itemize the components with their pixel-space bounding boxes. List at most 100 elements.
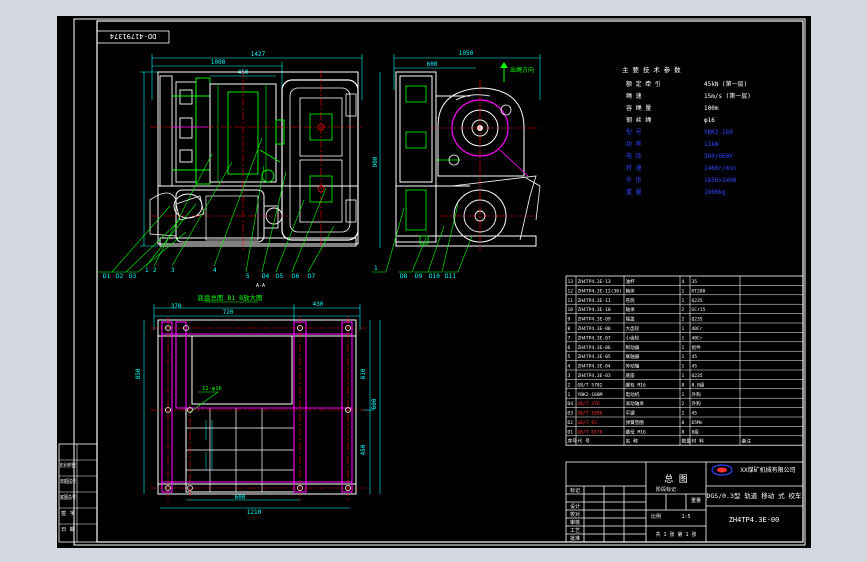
bom-cell: D1 [568, 429, 574, 435]
dim-bottom-inner: 600 [235, 494, 246, 501]
bom-cell: 45 [692, 411, 698, 417]
bom-cell: D2 [568, 420, 574, 426]
bom-cell: 40Cr [692, 335, 703, 341]
dim-right-sub: 600 [371, 398, 378, 409]
bom-cell: ZH4TP4.3E-11 [578, 298, 611, 304]
bom-cell: 2 [682, 411, 685, 417]
dim-right-lower: 450 [360, 444, 367, 455]
dim-bottom-total: 1210 [247, 509, 262, 516]
dim-top-inner: 1000 [211, 59, 226, 66]
bom-cell: 10 [568, 307, 574, 313]
bom-cell: 2 [568, 382, 571, 388]
bom-cell: 轴承 [626, 306, 636, 313]
bom-cell: Q235 [692, 298, 703, 304]
arrow-label: 出绳方向 [510, 66, 534, 74]
dim-bottom-right: 430 [313, 301, 324, 308]
bom-cell: ZH4TP4.3E-10 [578, 307, 611, 313]
strip-label: 借(通)用件登记 [60, 462, 76, 469]
bom-cell: 平键 [626, 410, 636, 417]
bom-cell: ZH4TP4.3E-04 [578, 364, 611, 370]
strip-label: 底图总号 [60, 494, 76, 501]
drawing-background [57, 16, 811, 548]
bom-cell: 3 [568, 373, 571, 379]
company-name: XX煤矿机械有限公司 [740, 466, 795, 474]
leader-label: 1 [374, 265, 378, 272]
bom-cell: 1 [682, 373, 685, 379]
tb-label-design: 设计 [570, 503, 580, 510]
bom-cell: ZH4TP4.3E-07 [578, 335, 611, 341]
hole-note: 11-φ16 [202, 386, 222, 392]
dim-top-overall: 1427 [251, 51, 266, 58]
leader-label: D9 [415, 273, 423, 280]
tech-param-value: 15m/s (第一层) [704, 92, 751, 100]
tb-label-process: 工艺 [570, 528, 580, 534]
bom-cell: 电动机 [626, 391, 640, 398]
bom-cell: ZH4TP4.3E-03 [578, 373, 611, 379]
tb-scale-value: 1:5 [681, 514, 690, 520]
strip-label: 签 字 [61, 510, 75, 517]
bom-header-cell: 代 号 [578, 438, 591, 445]
bom-cell: 45 [692, 364, 698, 370]
tech-param-label: 型 号 [626, 128, 642, 136]
tech-param-value: 100m [704, 105, 719, 112]
leader-label: D6 [292, 273, 300, 280]
bom-cell: 8 [682, 429, 685, 435]
bom-cell: HT200 [692, 288, 706, 294]
dim-side-overall: 1050 [459, 50, 474, 57]
bom-cell: 1 [682, 335, 685, 341]
tech-param-value: 380/660V [704, 153, 733, 160]
bom-header-cell: 材 料 [692, 438, 705, 445]
tb-label-review: 审核 [570, 519, 580, 526]
drawing-sheet[interactable]: DD-41791374 借(通)用件登记 旧底图总号 底图总号 签 字 日 期 … [0, 0, 867, 562]
tb-label-mark: 标记 [570, 487, 580, 494]
bom-cell: 1 [682, 392, 685, 398]
bom-cell: 8级 [692, 428, 700, 435]
bom-cell: 端盖 [626, 316, 636, 323]
tech-param-label: 功 率 [626, 140, 642, 148]
dim-base-width: 370 [171, 303, 182, 310]
bom-cell: 11 [568, 298, 574, 304]
bom-header-cell: 序号 [568, 438, 578, 445]
bom-cell: 传动轴 [626, 363, 640, 370]
dim-bottom-left: 720 [223, 309, 234, 316]
dim-base-height: 850 [135, 368, 142, 379]
tech-param-label: 绳 速 [626, 92, 642, 100]
leader-label: D7 [308, 273, 316, 280]
bom-cell: 2 [682, 401, 685, 407]
drawing-number-top: DD-41791374 [110, 32, 156, 40]
bom-cell: GB/T 93 [578, 420, 598, 426]
cad-viewport: DD-41791374 借(通)用件登记 旧底图总号 底图总号 签 字 日 期 … [0, 0, 867, 562]
bom-cell: 螺栓 M16 [626, 381, 646, 388]
leader-label: D8 [400, 273, 408, 280]
dim-side-sub: 600 [427, 61, 438, 68]
bom-cell: 外购 [692, 391, 702, 398]
bom-cell: 制动器 [626, 344, 640, 351]
leader-label: D10 [429, 273, 440, 280]
bom-cell: ZH4TP4.3E-13 [578, 279, 611, 285]
bom-cell: 12 [568, 288, 574, 294]
tb-label-approve: 批准 [570, 535, 580, 542]
bom-header-cell: 备注 [742, 438, 752, 445]
bom-cell: 6 [568, 345, 571, 351]
leader-label: D5 [276, 273, 284, 280]
leader-label: 4 [213, 267, 217, 274]
bom-cell: 8 [568, 326, 571, 332]
tech-param-value: 45kN (第一层) [704, 80, 747, 88]
section-label: 底盘总图 B1 B放大图 [197, 293, 262, 302]
bom-cell: 大齿轮 [626, 325, 640, 332]
bom-cell: ZH4TP4.3E-08 [578, 326, 611, 332]
leader-label: D3 [129, 273, 137, 280]
bom-cell: 弹簧垫圈 [626, 419, 645, 426]
tb-label-stage: 阶段标记 [656, 486, 676, 493]
bom-cell: 组件 [692, 344, 702, 351]
bom-cell: 1 [682, 354, 685, 360]
leader-label: D1 [103, 273, 111, 280]
tech-param-label: 转 速 [626, 164, 642, 172]
bom-cell: 40Cr [692, 326, 703, 332]
bom-cell: 滚动轴承 [626, 400, 645, 407]
tb-label-weight: 重量 [691, 497, 701, 504]
section-mark: A-A [256, 283, 265, 289]
drawing-title: 总 图 [664, 473, 687, 485]
bom-header-cell: 名 称 [626, 438, 639, 445]
bom-cell: 35 [692, 279, 698, 285]
